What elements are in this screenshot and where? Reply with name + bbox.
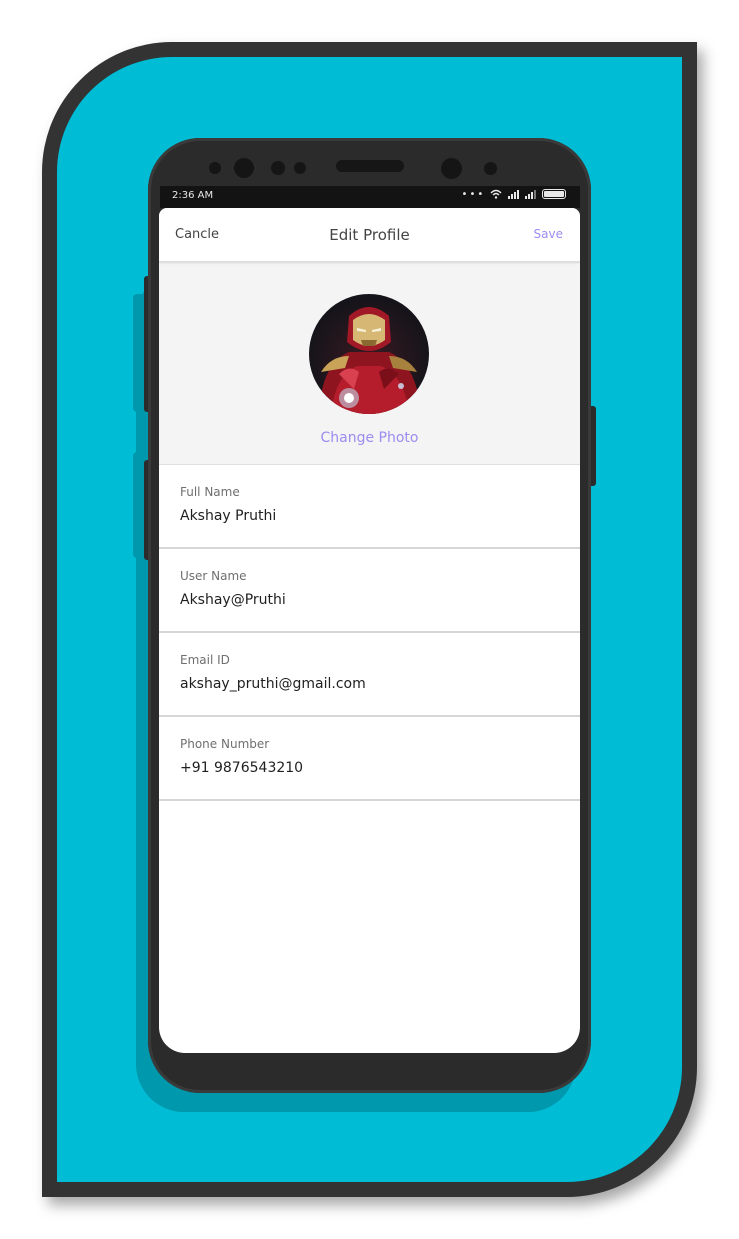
profile-photo-section: Change Photo	[159, 262, 580, 465]
avatar[interactable]	[309, 294, 429, 414]
sensor-dot	[271, 161, 285, 175]
full-name-field[interactable]: Full Name	[159, 465, 580, 549]
signal-icon	[507, 189, 519, 199]
status-icons: •••	[462, 189, 566, 200]
full-name-input[interactable]	[180, 508, 560, 524]
email-field[interactable]: Email ID	[159, 633, 580, 717]
app-screen: Cancle Edit Profile Save Change Photo Fu…	[159, 208, 580, 1053]
phone-number-label: Phone Number	[180, 737, 270, 751]
user-name-field[interactable]: User Name	[159, 549, 580, 633]
user-name-label: User Name	[180, 569, 247, 583]
status-time: 2:36 AM	[172, 190, 214, 201]
phone-number-field[interactable]: Phone Number	[159, 717, 580, 801]
page-title: Edit Profile	[329, 226, 410, 244]
sensor-dot	[484, 162, 497, 175]
front-camera-icon	[234, 158, 254, 178]
change-photo-link[interactable]: Change Photo	[159, 430, 580, 446]
email-input[interactable]	[180, 676, 560, 692]
sensor-dot	[294, 162, 306, 174]
battery-icon	[542, 189, 566, 199]
status-bar: 2:36 AM •••	[160, 186, 580, 208]
top-app-bar: Cancle Edit Profile Save	[159, 208, 580, 262]
save-button[interactable]: Save	[534, 227, 563, 241]
signal-icon	[524, 189, 536, 199]
user-name-input[interactable]	[180, 592, 560, 608]
email-label: Email ID	[180, 653, 230, 667]
stage: 2:36 AM ••• Cancle Edit Profile Save Cha…	[0, 0, 739, 1239]
avatar-image	[319, 307, 421, 414]
full-name-label: Full Name	[180, 485, 240, 499]
earpiece-speaker	[336, 160, 404, 172]
more-icon: •••	[461, 189, 486, 200]
phone-number-input[interactable]	[180, 760, 560, 776]
wifi-icon	[490, 189, 502, 199]
front-camera-icon	[441, 158, 462, 179]
sensor-dot	[209, 162, 221, 174]
